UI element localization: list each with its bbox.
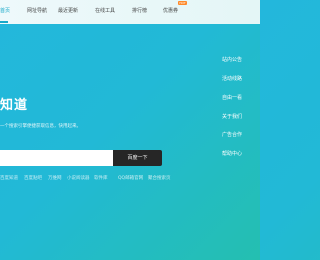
side-menu-activity-route[interactable]: 活动线路 (222, 76, 242, 83)
nav-item-directory[interactable]: 网址导航 (27, 8, 47, 15)
side-menu-advertising[interactable]: 广告合作 (222, 132, 242, 139)
side-menu-free-view[interactable]: 自由一看 (222, 95, 242, 102)
side-menu-announcements[interactable]: 站内公告 (222, 57, 242, 64)
hot-link[interactable]: 聚合搜索页 (148, 176, 171, 182)
nav-item-ranking[interactable]: 排行榜 (132, 8, 147, 15)
side-menu-help-center[interactable]: 帮助中心 (222, 151, 242, 158)
nav-item-online-tools[interactable]: 在线工具 (95, 8, 115, 15)
side-menu-about[interactable]: 关于我们 (222, 114, 242, 121)
nav-item-recent[interactable]: 最近更新 (58, 8, 78, 15)
hero-subtitle: 一个搜索引擎便捷获取信息，快用起来。 (0, 124, 81, 129)
search-button[interactable]: 百度一下 (113, 150, 162, 166)
nav-item-home[interactable]: 首页 (0, 8, 10, 15)
nav-item-coupons[interactable]: 优惠券 (163, 8, 178, 15)
hot-link[interactable]: QQ邮箱官网 (118, 176, 143, 182)
hot-link[interactable]: 软件库 (94, 176, 108, 182)
hero-title: 知道 (0, 98, 29, 113)
hot-link[interactable]: 百度贴吧 (24, 176, 42, 182)
hot-badge: HOT (178, 1, 187, 5)
search-input[interactable] (0, 150, 113, 166)
top-navigation-bar: 首页 网址导航 最近更新 在线工具 排行榜 优惠券 HOT (0, 0, 260, 24)
nav-active-indicator (0, 21, 8, 23)
hot-link[interactable]: 百度知道 (0, 176, 18, 182)
hot-link[interactable]: 万维网 (48, 176, 62, 182)
hot-link[interactable]: 小说阅读器 (67, 176, 90, 182)
